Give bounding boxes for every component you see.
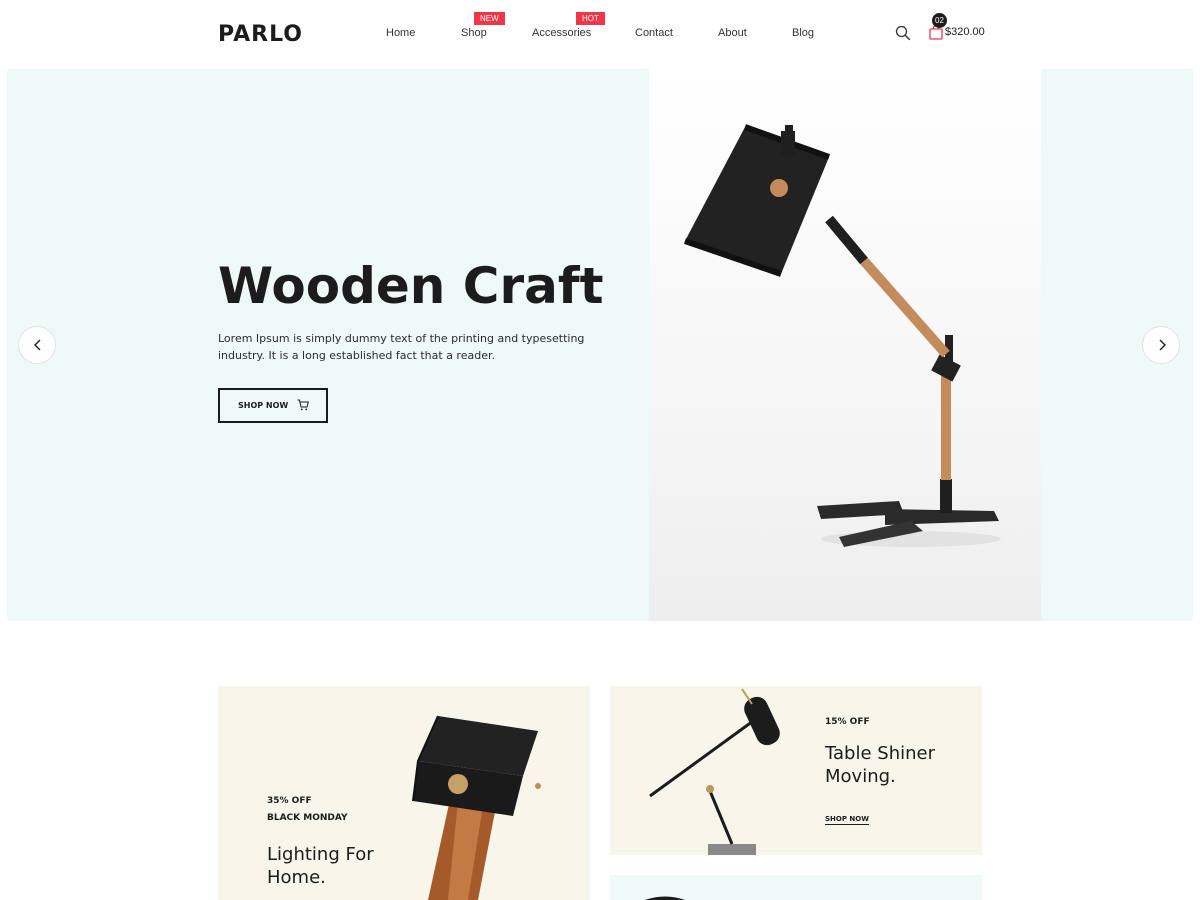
nav-blog[interactable]: Blog: [792, 27, 814, 39]
cart-icon: [297, 399, 309, 411]
promo-c-image: [645, 896, 685, 900]
logo[interactable]: PARLO: [218, 22, 303, 47]
chevron-left-icon: [34, 339, 41, 351]
promo-b-shop-now-link[interactable]: SHOP NOW: [825, 815, 869, 825]
promo-card-table-shiner[interactable]: 15% OFF Table Shiner Moving. SHOP NOW: [610, 686, 982, 855]
promo-card-third[interactable]: [610, 875, 982, 900]
hero-title: Wooden Craft: [218, 257, 604, 315]
nav-accessories-badge: HOT: [576, 12, 605, 25]
shop-now-button[interactable]: SHOP NOW: [218, 388, 328, 423]
hero-slider: Wooden Craft Lorem Ipsum is simply dummy…: [7, 69, 1193, 621]
nav-accessories[interactable]: Accessories: [532, 27, 591, 39]
nav-shop[interactable]: Shop: [461, 27, 487, 39]
nav-shop-badge: NEW: [474, 12, 505, 25]
nav-about[interactable]: About: [718, 27, 747, 39]
cart-total[interactable]: $320.00: [945, 26, 985, 38]
nav-home[interactable]: Home: [386, 27, 415, 39]
chevron-right-icon: [1159, 339, 1166, 351]
prev-slide-button[interactable]: [18, 326, 56, 364]
promo-b-discount: 15% OFF: [825, 717, 870, 727]
cube-lamp-image: [412, 715, 541, 900]
nav-contact[interactable]: Contact: [635, 27, 673, 39]
table-lamp-image: [649, 688, 780, 855]
site-header: PARLO Home Shop NEW Accessories HOT Cont…: [0, 0, 1200, 68]
promo-card-lighting[interactable]: 35% OFF BLACK MONDAY Lighting For Home.: [218, 686, 590, 900]
next-slide-button[interactable]: [1142, 326, 1180, 364]
hero-lamp-image: [649, 69, 1041, 621]
promo-a-title-line2: Home.: [267, 867, 326, 888]
promo-a-title-line1: Lighting For: [267, 844, 374, 865]
promo-a-tag: BLACK MONDAY: [267, 813, 348, 823]
promo-b-title-line2: Moving.: [825, 766, 896, 787]
promo-a-discount: 35% OFF: [267, 796, 312, 806]
shop-now-label: SHOP NOW: [238, 401, 289, 410]
hero-description: Lorem Ipsum is simply dummy text of the …: [218, 332, 585, 362]
promo-b-title-line1: Table Shiner: [825, 743, 935, 764]
search-icon[interactable]: [895, 25, 911, 41]
